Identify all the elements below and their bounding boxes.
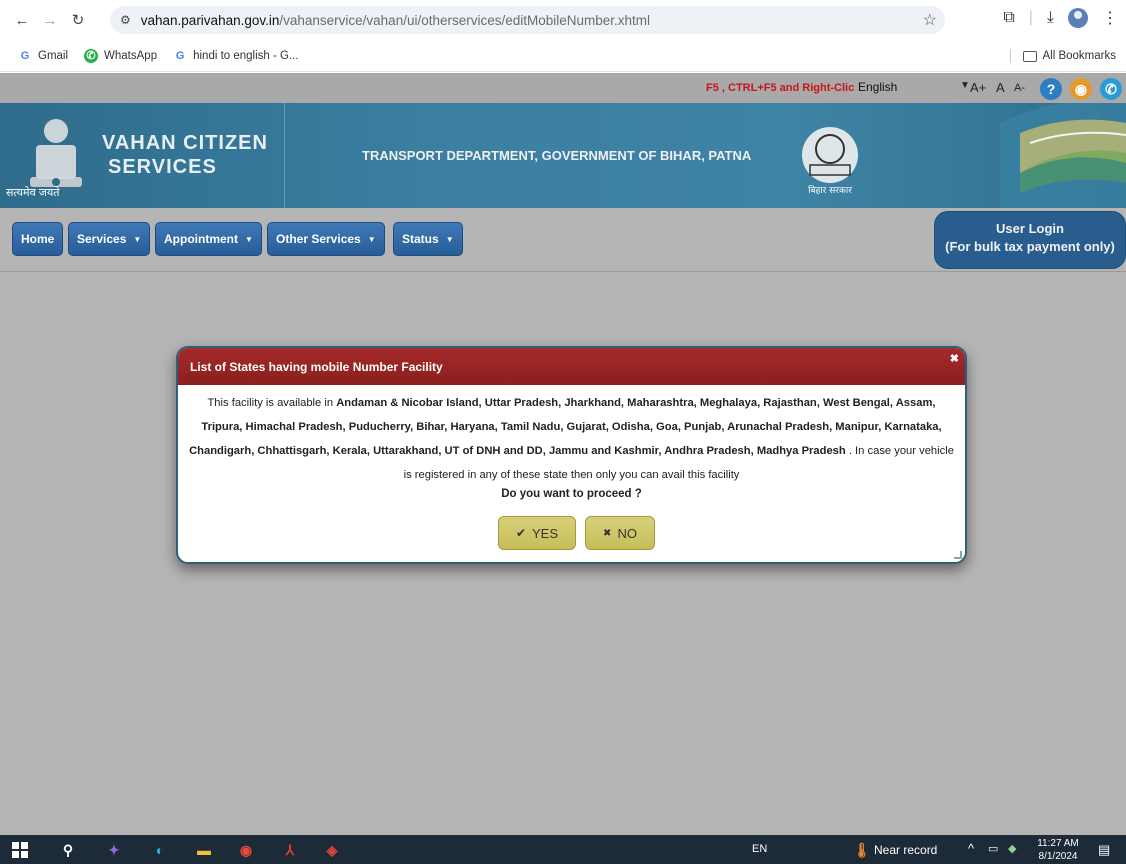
chevron-up-icon[interactable]: ^ — [968, 841, 974, 856]
nav-home[interactable]: Home — [12, 222, 64, 256]
header-banner: सत्यमेव जयते VAHAN CITIZEN SERVICES TRAN… — [0, 103, 1126, 208]
menu-kebab-icon[interactable]: ⋮ — [1102, 8, 1118, 28]
proceed-question: Do you want to proceed ? — [501, 488, 642, 500]
download-icon[interactable]: ⤓ — [1047, 9, 1054, 27]
help-icon[interactable]: ? — [1040, 78, 1062, 100]
font-normal-button[interactable]: A — [996, 80, 1005, 95]
search-icon[interactable]: ⚲ — [58, 840, 78, 860]
nav-other-services[interactable]: Other Services ▼ — [267, 222, 385, 256]
nav-status[interactable]: Status ▼ — [393, 222, 463, 256]
bookmark-whatsapp[interactable]: ✆ WhatsApp — [84, 48, 158, 63]
bookmark-gmail[interactable]: G Gmail — [18, 49, 68, 63]
bihar-seal-icon: बिहार सरकार — [802, 127, 858, 196]
vahan-logo-icon — [1000, 103, 1126, 208]
profile-avatar-icon[interactable] — [1068, 8, 1088, 28]
copilot-icon[interactable]: ✦ — [104, 840, 124, 860]
folder-icon — [1022, 50, 1037, 62]
nav-label: Home — [21, 232, 55, 246]
nav-services[interactable]: Services ▼ — [68, 222, 151, 256]
bookmark-label: WhatsApp — [104, 49, 158, 62]
taskbar: ⚲ ✦ ◐ ▬ ◉ ⅄ ◈ EN 🌡 Near record ^ ▭ ◆ 11:… — [0, 835, 1126, 864]
close-icon[interactable]: ✖ — [950, 352, 959, 365]
google-icon: G — [175, 49, 185, 62]
address-bar[interactable]: ⚙ vahan.parivahan.gov.in/vahanservice/va… — [110, 6, 945, 34]
login-label: User Login — [996, 221, 1064, 236]
dialog-message: This facility is available in Andaman & … — [178, 385, 965, 487]
font-decrease-button[interactable]: A- — [1014, 82, 1025, 94]
nav-label: Services — [77, 232, 127, 246]
edge-browser-icon[interactable]: ◐ — [150, 840, 170, 860]
network-icon[interactable]: ▭ — [988, 842, 998, 855]
nav-label: Status — [402, 232, 439, 246]
divider — [1009, 49, 1011, 63]
browser-toolbar: ← → ↻ ⚙ vahan.parivahan.gov.in/vahanserv… — [0, 0, 1126, 40]
site-title-line2: SERVICES — [108, 156, 217, 178]
dropdown-caret-icon[interactable]: ▼ — [960, 80, 970, 91]
back-arrow-icon[interactable]: ← — [10, 8, 34, 32]
bookmarks-bar: G Gmail ✆ WhatsApp G hindi to english - … — [0, 40, 1126, 72]
bookmark-hindi-to-english[interactable]: G hindi to english - G... — [173, 49, 299, 63]
chat-icon[interactable]: ◉ — [1070, 78, 1092, 100]
reload-icon[interactable]: ↻ — [66, 8, 90, 32]
toolbar-divider: | — [1028, 9, 1033, 26]
bookmark-label: hindi to english - G... — [193, 49, 299, 62]
nav-appointment[interactable]: Appointment ▼ — [155, 222, 262, 256]
no-label: NO — [617, 525, 637, 541]
refresh-notice: F5 , CTRL+F5 and Right-Clic — [706, 82, 855, 94]
user-login-button[interactable]: User Login (For bulk tax payment only) — [934, 211, 1126, 269]
chevron-down-icon: ▼ — [445, 234, 454, 244]
weather-text[interactable]: Near record — [874, 843, 937, 857]
bookmark-label: Gmail — [38, 49, 69, 62]
language-select[interactable]: English — [858, 80, 897, 94]
chrome-icon[interactable]: ◉ — [236, 840, 256, 860]
bookmark-star-icon[interactable]: ☆ — [923, 10, 937, 30]
clock-date: 8/1/2024 — [1038, 851, 1078, 862]
banner-divider — [284, 103, 285, 208]
yes-button[interactable]: ✔ YES — [498, 516, 576, 550]
font-increase-button[interactable]: A+ — [970, 80, 986, 95]
phone-icon[interactable]: ✆ — [1100, 78, 1122, 100]
resize-handle[interactable] — [954, 551, 962, 559]
yes-label: YES — [532, 525, 559, 541]
check-icon: ✔ — [515, 526, 527, 540]
chevron-down-icon: ▼ — [367, 234, 376, 244]
input-language[interactable]: EN — [752, 843, 767, 855]
windows-start-icon[interactable] — [10, 840, 30, 860]
site-title: VAHAN CITIZEN SERVICES — [102, 131, 268, 179]
states-facility-dialog: List of States having mobile Number Faci… — [176, 346, 967, 564]
file-explorer-icon[interactable]: ▬ — [194, 840, 214, 860]
whatsapp-icon: ✆ — [84, 48, 99, 63]
nav-label: Other Services — [276, 232, 361, 246]
acrobat-icon[interactable]: ⅄ — [280, 840, 300, 860]
utility-bar: F5 , CTRL+F5 and Right-Clic English ▼ A+… — [0, 73, 1126, 103]
dialog-title: List of States having mobile Number Faci… — [190, 360, 443, 374]
no-button[interactable]: ✖ NO — [585, 516, 655, 550]
forward-arrow-icon[interactable]: → — [38, 8, 62, 32]
seal-caption: बिहार सरकार — [808, 184, 852, 196]
site-title-line1: VAHAN CITIZEN — [102, 132, 268, 154]
url-path: /vahanservice/vahan/ui/otherservices/edi… — [279, 12, 651, 28]
site-settings-icon[interactable]: ⚙ — [120, 13, 131, 27]
url-host: vahan.parivahan.gov.in — [140, 12, 280, 28]
all-bookmarks-label: All Bookmarks — [1042, 50, 1117, 62]
security-icon[interactable]: ◆ — [1008, 842, 1016, 855]
clock-time: 11:27 AM — [1037, 838, 1079, 849]
all-bookmarks-button[interactable]: All Bookmarks — [1009, 49, 1117, 63]
department-name: TRANSPORT DEPARTMENT, GOVERNMENT OF BIHA… — [362, 148, 752, 163]
dialog-intro: This facility is available in — [207, 397, 337, 409]
chevron-down-icon: ▼ — [133, 234, 142, 244]
google-icon: G — [20, 49, 30, 62]
login-sublabel: (For bulk tax payment only) — [945, 239, 1115, 254]
system-clock[interactable]: 11:27 AM 8/1/2024 — [1032, 837, 1084, 863]
main-navigation: Home Services ▼ Appointment ▼ Other Servic… — [0, 208, 1126, 272]
chevron-down-icon: ▼ — [245, 234, 253, 244]
x-icon: ✖ — [603, 527, 612, 539]
emblem-motto: सत्यमेव जयते — [6, 187, 60, 199]
extensions-icon[interactable]: ⧉ — [1003, 9, 1014, 27]
weather-icon[interactable]: 🌡 — [852, 840, 872, 860]
wps-office-icon[interactable]: ◈ — [322, 840, 342, 860]
dialog-header: List of States having mobile Number Faci… — [178, 348, 965, 385]
notification-icon[interactable]: ▤ — [1098, 842, 1110, 858]
nav-label: Appointment — [164, 232, 238, 246]
